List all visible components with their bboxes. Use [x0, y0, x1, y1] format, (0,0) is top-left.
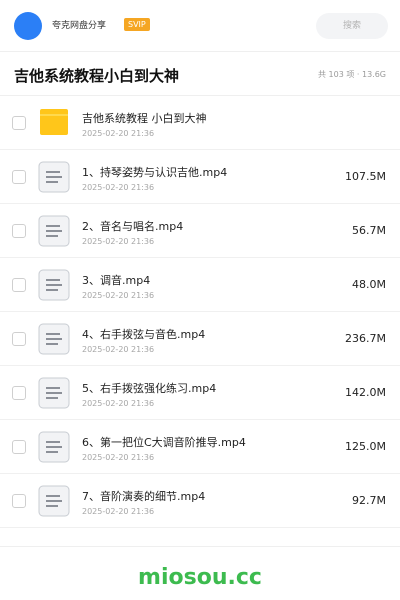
select-checkbox[interactable] — [12, 494, 26, 508]
folder-title-bar: 吉他系统教程小白到大神 共 103 项 · 13.6G — [0, 52, 400, 96]
file-icon — [38, 377, 70, 409]
file-icon — [38, 485, 70, 517]
file-size: 125.0M — [345, 440, 386, 453]
file-date: 2025-02-20 21:36 — [82, 291, 155, 300]
file-date: 2025-02-20 21:36 — [82, 129, 155, 138]
file-name: 6、第一把位C大调音阶推导.mp4 — [82, 436, 246, 449]
folder-icon — [40, 109, 68, 135]
file-name: 4、右手拨弦与音色.mp4 — [82, 328, 206, 341]
file-icon — [38, 269, 70, 301]
file-date: 2025-02-20 21:36 — [82, 345, 155, 354]
folder-summary: 共 103 项 · 13.6G — [318, 70, 386, 79]
select-checkbox[interactable] — [12, 278, 26, 292]
select-checkbox[interactable] — [12, 386, 26, 400]
file-date: 2025-02-20 21:36 — [82, 183, 155, 192]
file-name: 5、右手拨弦强化练习.mp4 — [82, 382, 217, 395]
avatar[interactable] — [14, 12, 42, 40]
footer: miosou.cc — [0, 546, 400, 600]
file-icon — [38, 431, 70, 463]
file-name: 2、音名与唱名.mp4 — [82, 220, 184, 233]
file-icon — [38, 215, 70, 247]
file-size: 107.5M — [345, 170, 386, 183]
file-list: 吉他系统教程 小白到大神 2025-02-20 21:36 1、持琴姿势与认识吉… — [0, 96, 400, 528]
file-icon — [38, 323, 70, 355]
page-title: 吉他系统教程小白到大神 — [14, 67, 180, 85]
share-owner-name: 夸克网盘分享 — [52, 21, 107, 31]
list-item-file[interactable]: 1、持琴姿势与认识吉他.mp4 2025-02-20 21:36 107.5M — [0, 150, 400, 204]
list-item-folder[interactable]: 吉他系统教程 小白到大神 2025-02-20 21:36 — [0, 96, 400, 150]
list-item-file[interactable]: 3、调音.mp4 2025-02-20 21:36 48.0M — [0, 258, 400, 312]
list-item-file[interactable]: 4、右手拨弦与音色.mp4 2025-02-20 21:36 236.7M — [0, 312, 400, 366]
file-size: 48.0M — [352, 278, 386, 291]
select-checkbox[interactable] — [12, 170, 26, 184]
file-size: 92.7M — [352, 494, 386, 507]
file-name: 3、调音.mp4 — [82, 274, 151, 287]
file-date: 2025-02-20 21:36 — [82, 453, 155, 462]
list-item-file[interactable]: 7、音阶演奏的细节.mp4 2025-02-20 21:36 92.7M — [0, 474, 400, 528]
file-date: 2025-02-20 21:36 — [82, 237, 155, 246]
select-checkbox[interactable] — [12, 440, 26, 454]
select-checkbox[interactable] — [12, 116, 26, 130]
file-size: 236.7M — [345, 332, 386, 345]
file-name: 1、持琴姿势与认识吉他.mp4 — [82, 166, 228, 179]
file-name: 吉他系统教程 小白到大神 — [82, 112, 207, 125]
svip-badge: SVIP — [124, 18, 150, 31]
list-item-file[interactable]: 6、第一把位C大调音阶推导.mp4 2025-02-20 21:36 125.0… — [0, 420, 400, 474]
select-checkbox[interactable] — [12, 332, 26, 346]
list-item-file[interactable]: 5、右手拨弦强化练习.mp4 2025-02-20 21:36 142.0M — [0, 366, 400, 420]
file-size: 142.0M — [345, 386, 386, 399]
file-date: 2025-02-20 21:36 — [82, 507, 155, 516]
list-item-file[interactable]: 2、音名与唱名.mp4 2025-02-20 21:36 56.7M — [0, 204, 400, 258]
select-checkbox[interactable] — [12, 224, 26, 238]
search-button[interactable]: 搜索 — [316, 13, 388, 39]
file-date: 2025-02-20 21:36 — [82, 399, 155, 408]
watermark-text: miosou.cc — [138, 565, 262, 590]
share-header: 夸克网盘分享 SVIP 搜索 — [0, 0, 400, 52]
file-icon — [38, 161, 70, 193]
file-name: 7、音阶演奏的细节.mp4 — [82, 490, 206, 503]
file-size: 56.7M — [352, 224, 386, 237]
